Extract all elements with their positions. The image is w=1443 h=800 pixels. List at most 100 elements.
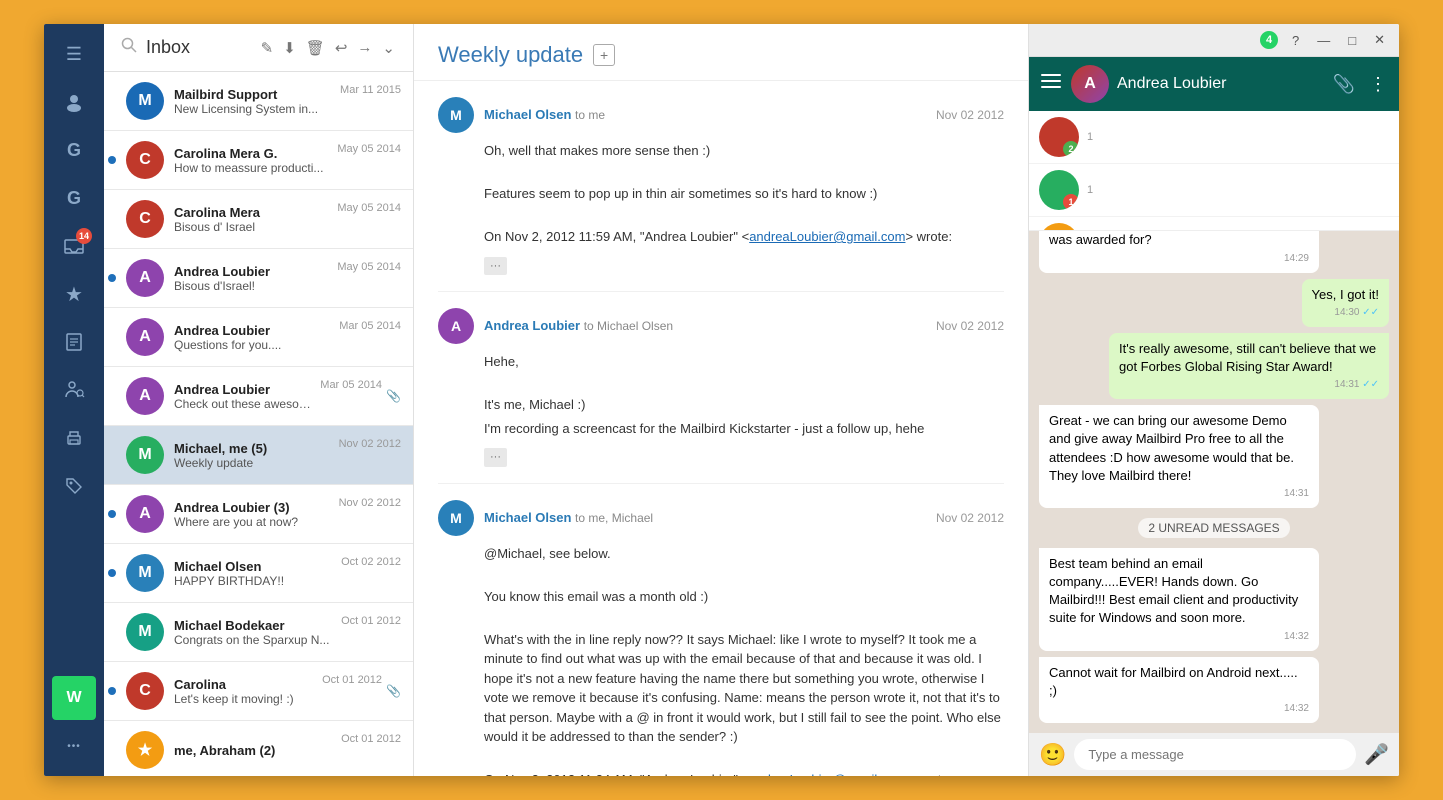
wa-chat-list: 21113171111Y1Y1 [1029,111,1399,231]
expand-button[interactable]: ··· [484,257,507,276]
wa-msg-text: Yes, I got it! [1312,286,1379,304]
msg-from-wrap: Michael Olsen to me, Michael [484,509,653,527]
email-from: Mailbird Support [174,87,334,102]
wa-contact-avatar-sm: 1 [1039,170,1079,210]
message-header: AAndrea Loubier to Michael OlsenNov 02 2… [438,308,1004,344]
email-from: Andrea Loubier [174,382,314,397]
unread-dot [108,569,116,577]
message-block: AAndrea Loubier to Michael OlsenNov 02 2… [438,292,1004,484]
wa-contact-item[interactable]: 11 [1029,164,1399,217]
email-list-item[interactable]: MMichael, me (5)Weekly updateNov 02 2012 [104,426,413,485]
email-date: Oct 02 2012 [341,554,401,568]
wa-attach-icon[interactable]: 📎 [1333,74,1355,95]
wa-msg-time: 14:32 [1049,702,1309,716]
email-subject: Congrats on the Sparxup N... [174,633,335,647]
search-icon[interactable] [120,36,138,59]
message-block: MMichael Olsen to me, MichaelNov 02 2012… [438,484,1004,777]
wa-message-input[interactable] [1074,739,1356,770]
email-date: Oct 01 2012 [322,672,382,686]
email-list-item[interactable]: AAndrea LoubierBisous d'Israel!May 05 20… [104,249,413,308]
email-date: May 05 2014 [337,200,401,214]
wa-contact-item[interactable]: 31 [1029,217,1399,231]
email-from: Michael Bodekaer [174,618,335,633]
compose-icon[interactable]: ✎ [259,37,276,59]
wa-check-icon: ✓✓ [1362,379,1379,390]
email-list-item[interactable]: AAndrea LoubierQuestions for you....Mar … [104,308,413,367]
more-icon[interactable]: ••• [52,724,96,768]
msg-line: Features seem to pop up in thin air some… [484,184,1004,204]
wa-menu-icon[interactable] [1041,71,1061,97]
email-list-item[interactable]: MMailbird SupportNew Licensing System in… [104,72,413,131]
add-to-thread-button[interactable]: + [593,44,615,66]
wa-options-icon[interactable]: ⋮ [1369,74,1387,95]
email-list-item[interactable]: MMichael BodekaerCongrats on the Sparxup… [104,603,413,662]
unread-dot [108,687,116,695]
inbox-icon[interactable]: 14 [52,224,96,268]
notes-icon[interactable] [52,320,96,364]
msg-to: to me, Michael [575,511,653,525]
wa-contact-item[interactable]: 21 [1029,111,1399,164]
email-list-header: Inbox ✎ ⬇ 🗑 ↩ → ⌄ [104,24,413,72]
email-list-item[interactable]: AAndrea LoubierCheck out these awesome i… [104,367,413,426]
email-from: Carolina [174,677,316,692]
search-people-icon[interactable] [52,368,96,412]
wa-close-button[interactable]: ✕ [1370,30,1389,50]
msg-line: On Nov 2, 2012 11:59 AM, "Andrea Loubier… [484,227,1004,247]
email-list-item[interactable]: MMichael OlsenHAPPY BIRTHDAY!!Oct 02 201… [104,544,413,603]
google2-icon[interactable]: G [52,176,96,220]
wa-maximize-button[interactable]: □ [1344,31,1360,50]
unread-dot [108,510,116,518]
filter-icon[interactable]: ⌄ [380,37,397,59]
email-avatar: ★ [126,731,164,769]
wa-header-actions: 📎 ⋮ [1333,74,1387,95]
email-list-item[interactable]: AAndrea Loubier (3)Where are you at now?… [104,485,413,544]
contacts-icon[interactable] [52,80,96,124]
email-info: Andrea LoubierCheck out these awesome i.… [174,382,314,411]
email-from: Andrea Loubier [174,323,333,338]
wa-contact-name: Andrea Loubier [1117,75,1323,93]
toolbar-icons: ✎ ⬇ 🗑 ↩ → ⌄ [259,37,397,59]
wa-unread-divider: 2 UNREAD MESSAGES [1138,518,1289,538]
google-icon[interactable]: G [52,128,96,172]
wa-emoji-button[interactable]: 🙂 [1039,742,1066,768]
email-date: Nov 02 2012 [339,495,401,509]
email-list-item[interactable]: CCarolina Mera G.How to meassure product… [104,131,413,190]
expand-button[interactable]: ··· [484,448,507,467]
email-list-item[interactable]: CCarolinaLet's keep it moving! :)Oct 01 … [104,662,413,721]
tags-icon[interactable] [52,464,96,508]
email-from: Carolina Mera [174,205,331,220]
thread-title: Weekly update [438,42,583,68]
forward-icon[interactable]: → [355,37,374,59]
wa-message: It's really awesome, still can't believe… [1109,333,1389,399]
email-date: May 05 2014 [337,141,401,155]
wa-help-button[interactable]: ? [1288,31,1303,50]
msg-to: to Michael Olsen [584,319,673,333]
wa-message: Yes, I got it! 14:30 ✓✓ [1302,279,1389,327]
email-avatar: A [126,259,164,297]
email-subject: How to meassure producti... [174,161,331,175]
star-icon[interactable]: ★ [52,272,96,316]
unread-dot [108,274,116,282]
wa-notification-badge: 4 [1260,31,1278,49]
email-list-item[interactable]: CCarolina MeraBisous d' IsraelMay 05 201… [104,190,413,249]
unread-dot [108,156,116,164]
email-info: Michael, me (5)Weekly update [174,441,333,470]
email-from: me, Abraham (2) [174,743,335,758]
whatsapp-icon[interactable]: W [52,676,96,720]
wa-mic-button[interactable]: 🎤 [1364,742,1389,767]
wa-titlebar: 4 ? — □ ✕ [1029,24,1399,57]
printer-icon[interactable] [52,416,96,460]
msg-date: Nov 02 2012 [936,511,1004,525]
wa-minimize-button[interactable]: — [1313,31,1334,50]
email-subject: Questions for you.... [174,338,333,352]
delete-icon[interactable]: 🗑 [304,37,327,59]
download-icon[interactable]: ⬇ [281,37,298,59]
wa-messages: TODAYMessages you send to this chat and … [1029,231,1399,733]
email-list-item[interactable]: ★me, Abraham (2)Oct 01 2012 [104,721,413,776]
email-info: Carolina Mera G.How to meassure producti… [174,146,331,175]
msg-body: @Michael, see below.You know this email … [438,544,1004,777]
menu-icon[interactable]: ☰ [52,32,96,76]
msg-from-wrap: Michael Olsen to me [484,106,605,124]
reply-icon[interactable]: ↩ [333,37,350,59]
wa-contact-avatar: A [1071,65,1109,103]
